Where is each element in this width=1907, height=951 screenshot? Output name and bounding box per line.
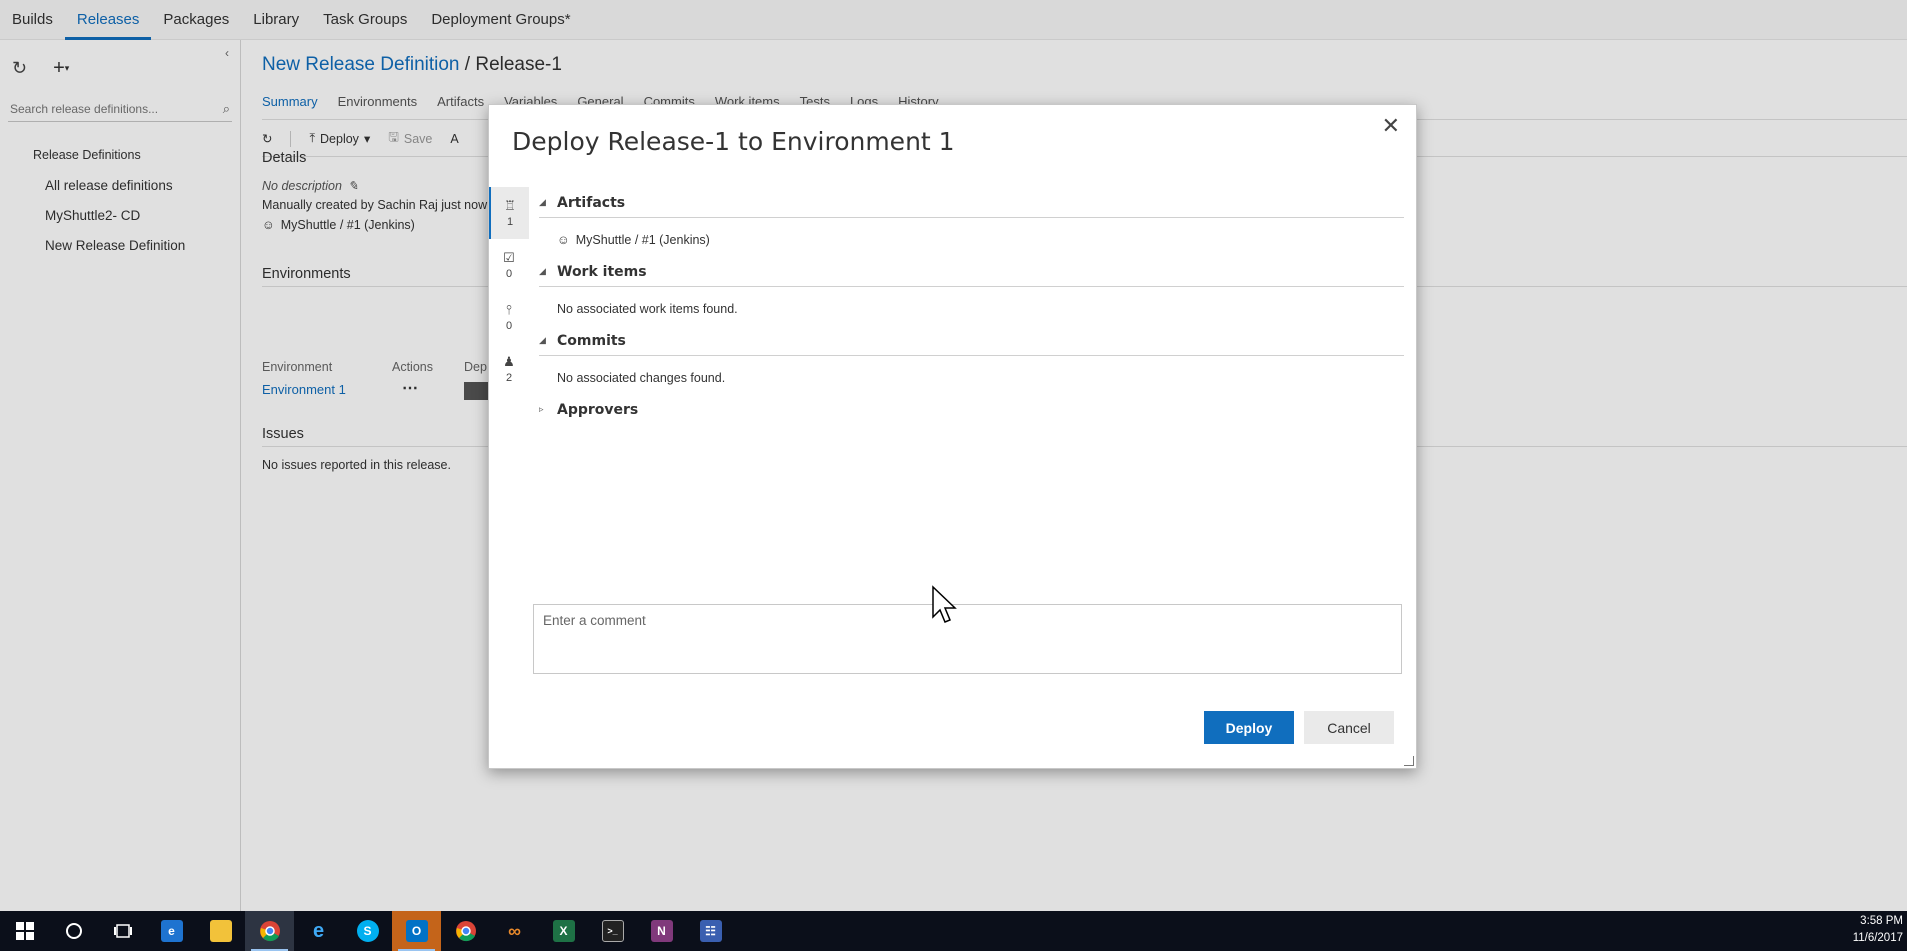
rail-approvers-count: 2 [505,372,513,384]
artifact-line: ☺ MyShuttle / #1 (Jenkins) [539,228,1404,252]
clock-date: 11/6/2017 [1852,932,1903,944]
section-artifacts-header[interactable]: ◢ Artifacts [539,189,1404,217]
rail-work-items[interactable]: ☑ 0 [489,239,529,291]
outlook-icon[interactable]: O [392,911,441,951]
jenkins-icon: ☺ [557,233,570,247]
section-approvers-header[interactable]: ▹ Approvers [539,396,1404,424]
chrome-2-icon[interactable] [441,911,490,951]
work-items-icon: ☑ [503,250,515,265]
section-divider [539,355,1404,356]
rail-commits[interactable]: ⫯ 0 [489,291,529,343]
cancel-button[interactable]: Cancel [1304,711,1394,744]
deploy-dialog: Deploy Release-1 to Environment 1 ✕ ♖ 1 … [488,104,1417,769]
expand-triangle-icon: ▹ [539,405,544,415]
edge-browser-icon[interactable]: e [147,911,196,951]
artifact-line-text: MyShuttle / #1 (Jenkins) [575,233,710,247]
task-view-icon[interactable] [98,911,147,951]
mouse-cursor-icon [932,585,957,623]
rail-commits-count: 0 [505,320,513,332]
rail-artifacts[interactable]: ♖ 1 [489,187,529,239]
visual-studio-icon[interactable]: ∞ [490,911,539,951]
dialog-body: ◢ Artifacts ☺ MyShuttle / #1 (Jenkins) ◢… [539,189,1404,424]
rail-artifacts-count: 1 [506,216,514,228]
close-icon[interactable]: ✕ [1382,113,1400,139]
clock-time: 3:58 PM [1860,915,1903,927]
dialog-section-rail: ♖ 1 ☑ 0 ⫯ 0 ♟ 2 [489,187,529,395]
dialog-title: Deploy Release-1 to Environment 1 [512,127,955,156]
cortana-search-icon[interactable] [49,911,98,951]
chrome-icon[interactable] [245,911,294,951]
section-divider [539,286,1404,287]
comment-box [533,604,1402,674]
comment-input[interactable] [534,605,1401,673]
section-divider [539,217,1404,218]
taskbar: e e S O ∞ X >_ N ☷ [0,911,1907,951]
section-commits-header[interactable]: ◢ Commits [539,327,1404,355]
section-approvers-title: Approvers [557,402,639,418]
windows-start-icon[interactable] [0,911,49,951]
internet-explorer-icon[interactable]: e [294,911,343,951]
skype-icon[interactable]: S [343,911,392,951]
commits-icon: ⫯ [506,302,512,317]
section-work-items-title: Work items [557,264,647,280]
section-commits-title: Commits [557,333,626,349]
file-explorer-icon[interactable] [196,911,245,951]
taskbar-clock[interactable]: 3:58 PM 11/6/2017 [1853,913,1903,947]
section-artifacts-title: Artifacts [557,195,626,211]
resize-grip-icon[interactable] [1404,756,1414,766]
work-items-line: No associated work items found. [557,302,738,316]
artifacts-icon: ♖ [504,198,516,213]
approvers-icon: ♟ [503,354,515,369]
command-prompt-icon[interactable]: >_ [588,911,637,951]
collapse-triangle-icon: ◢ [539,198,546,208]
rail-work-items-count: 0 [505,268,513,280]
collapse-triangle-icon: ◢ [539,336,546,346]
deploy-button[interactable]: Deploy [1204,711,1294,744]
commits-line: No associated changes found. [557,371,726,385]
rail-approvers[interactable]: ♟ 2 [489,343,529,395]
onenote-icon[interactable]: N [637,911,686,951]
network-tool-icon[interactable]: ☷ [686,911,735,951]
excel-icon[interactable]: X [539,911,588,951]
collapse-triangle-icon: ◢ [539,267,546,277]
section-work-items-header[interactable]: ◢ Work items [539,258,1404,286]
